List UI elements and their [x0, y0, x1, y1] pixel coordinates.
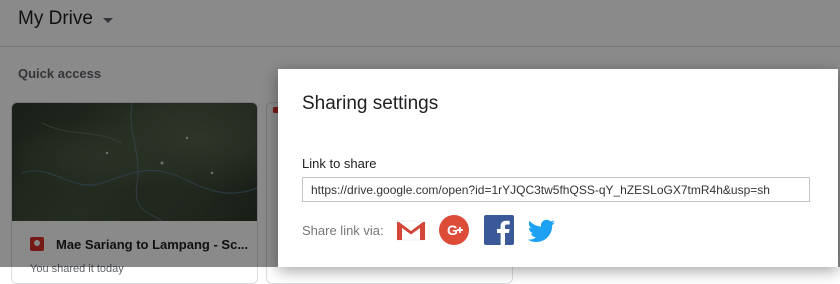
sharing-settings-dialog: Sharing settings Link to share Share lin…: [278, 69, 838, 267]
share-link-via-label: Share link via:: [302, 223, 384, 238]
link-to-share-label: Link to share: [302, 156, 377, 171]
twitter-icon[interactable]: [525, 214, 557, 246]
share-link-input[interactable]: [302, 177, 810, 202]
gmail-icon[interactable]: [395, 214, 427, 246]
svg-text:G: G: [447, 222, 458, 238]
dialog-title: Sharing settings: [302, 93, 439, 114]
facebook-icon[interactable]: [483, 214, 515, 246]
google-plus-icon[interactable]: G: [438, 214, 470, 246]
